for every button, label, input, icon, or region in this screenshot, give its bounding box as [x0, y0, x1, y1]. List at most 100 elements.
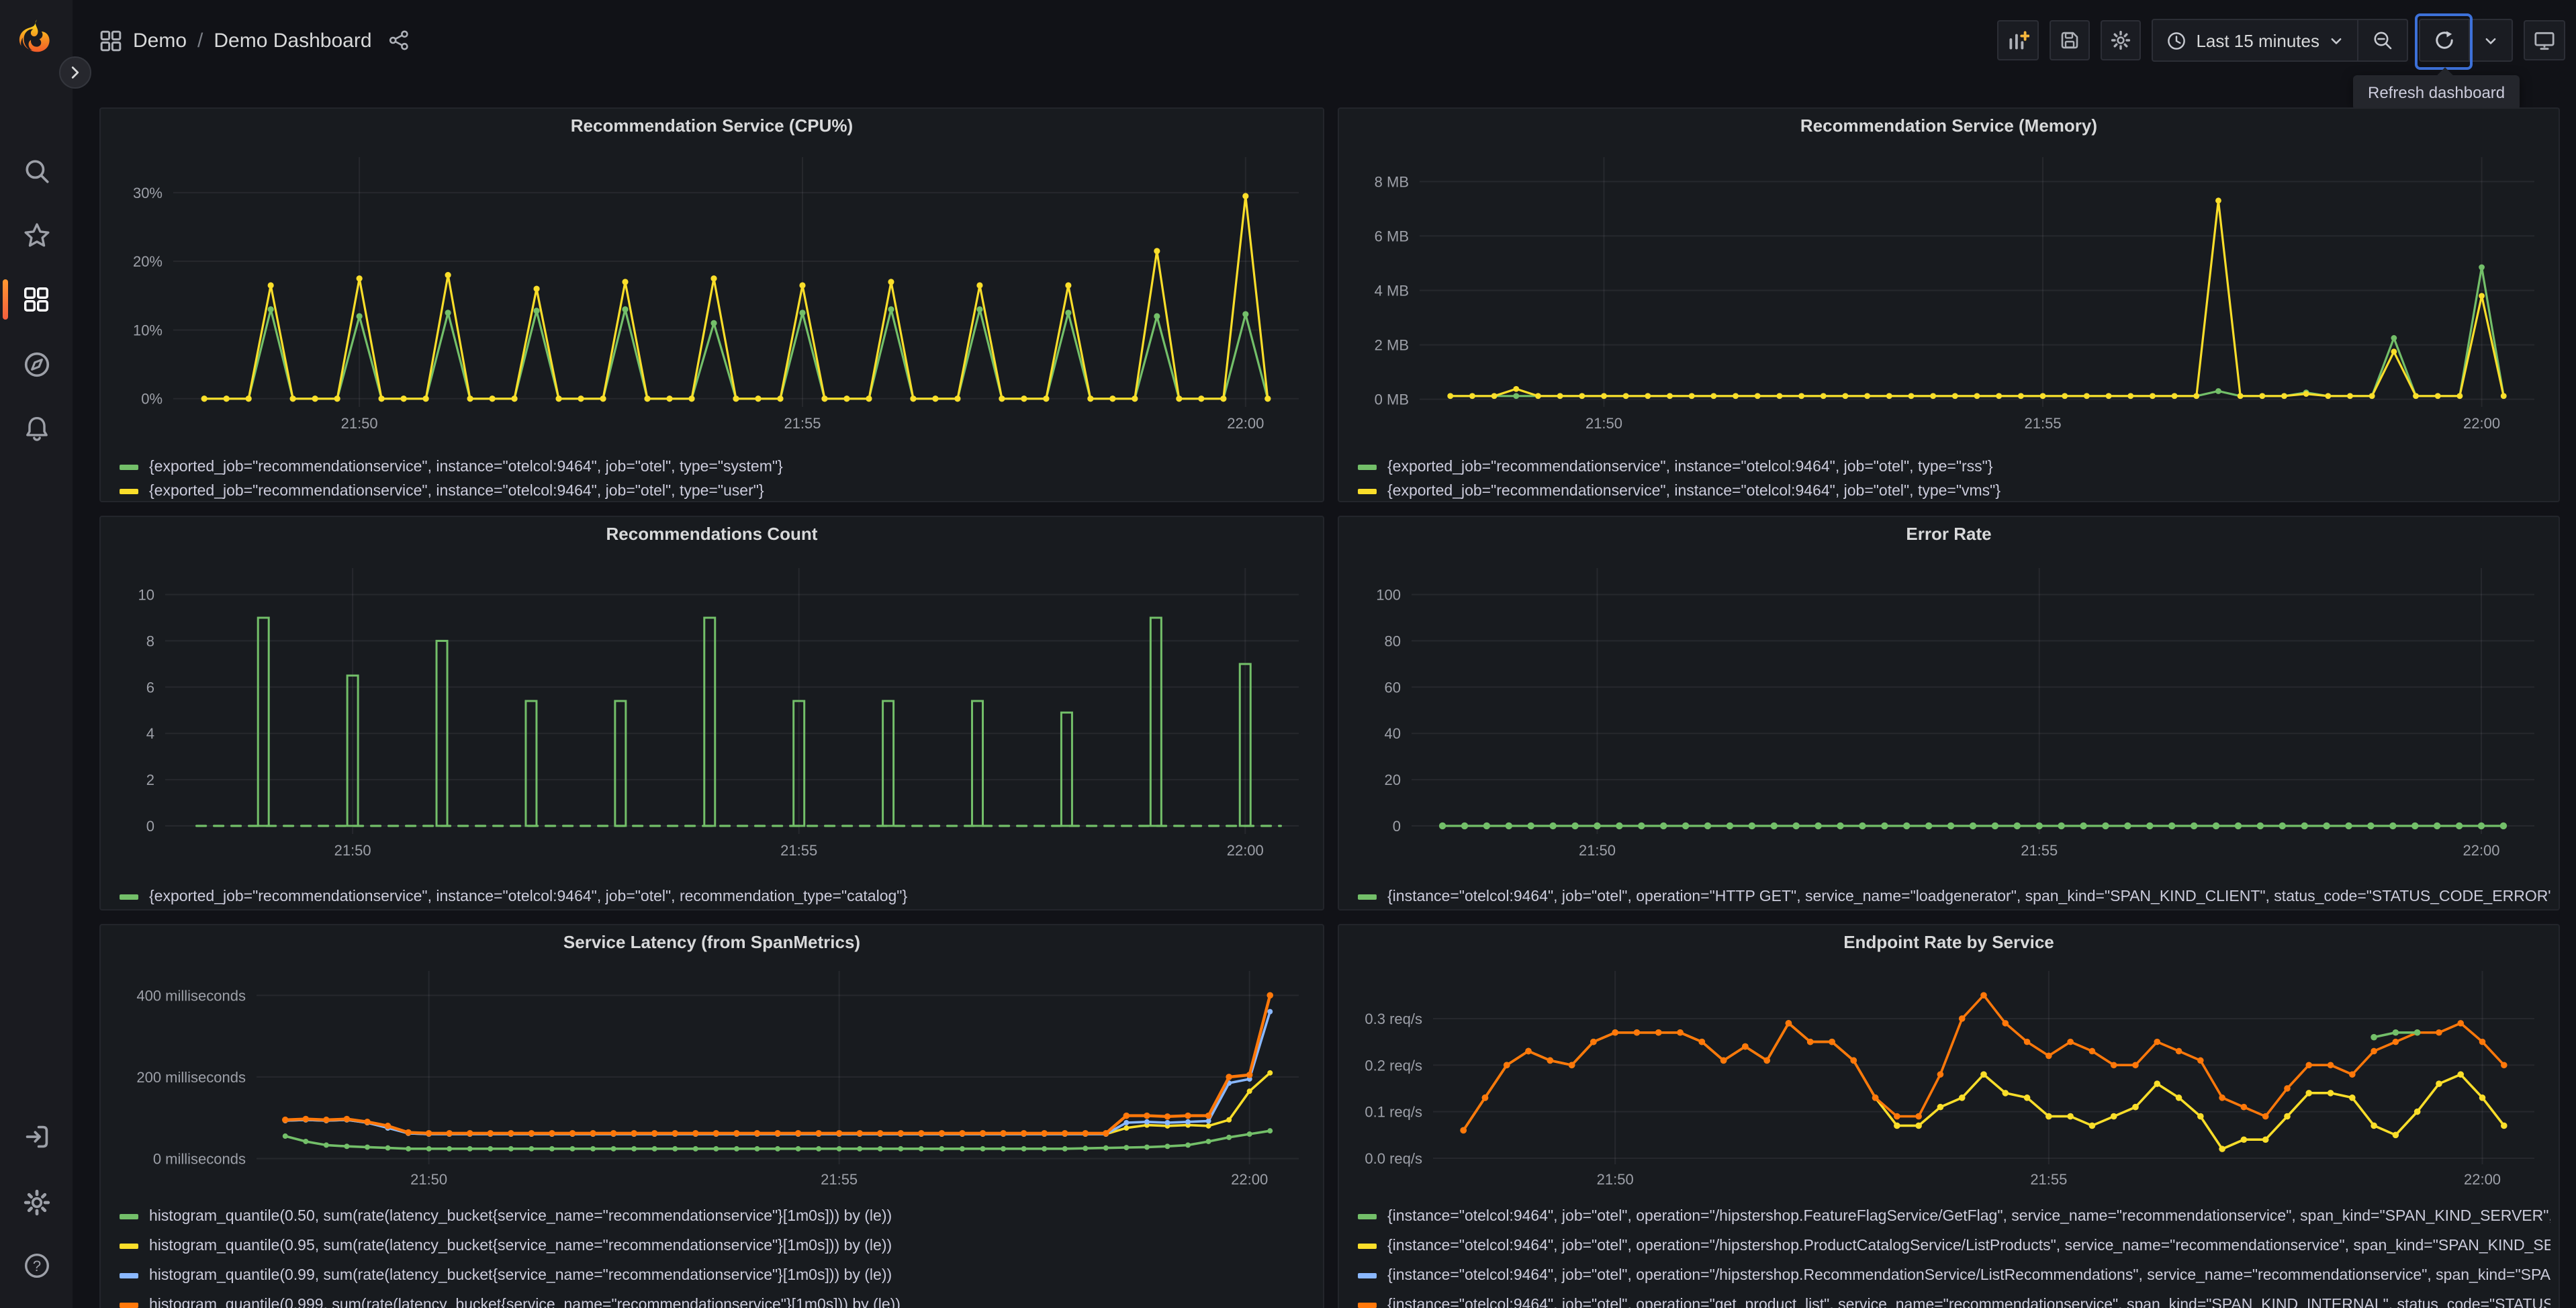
panel: Endpoint Rate by Service 0.0 req/s 0.1 req… [1338, 924, 2560, 1308]
legend-series-color-chip [120, 894, 138, 900]
legend-series-label: {exported_job="recommendationservice", i… [149, 889, 908, 905]
svg-text:40: 40 [1385, 725, 1401, 742]
legend-series-color-chip [1358, 489, 1377, 494]
sidebar-item-sign-in[interactable] [0, 1111, 73, 1162]
sidebar-item-configuration[interactable] [0, 1176, 73, 1227]
legend-item[interactable]: {exported_job="recommendationservice", i… [120, 479, 1315, 501]
sidebar-item-alerting[interactable] [0, 403, 73, 454]
cycle-view-mode-button[interactable] [2524, 20, 2565, 60]
panel-legend: {exported_job="recommendationservice", i… [120, 885, 1315, 909]
svg-text:22:00: 22:00 [2463, 842, 2499, 859]
chart-svg[interactable]: 0 2 4 6 8 10 21:50 21:55 22:00 [111, 552, 1315, 874]
legend-item[interactable]: histogram_quantile(0.99, sum(rate(latenc… [120, 1261, 1315, 1291]
legend-series-label: {instance="otelcol:9464", job="otel", op… [1387, 1209, 2550, 1225]
legend-item[interactable]: histogram_quantile(0.50, sum(rate(latenc… [120, 1202, 1315, 1231]
panel-legend: {exported_job="recommendationservice", i… [1358, 455, 2550, 501]
legend-item[interactable]: {exported_job="recommendationservice", i… [1358, 479, 2550, 501]
time-range-label: Last 15 minutes [2196, 30, 2319, 50]
legend-series-label: {exported_job="recommendationservice", i… [149, 459, 783, 475]
legend-item[interactable]: {instance="otelcol:9464", job="otel", op… [1358, 1231, 2550, 1261]
add-panel-button[interactable] [1997, 20, 2039, 60]
legend-series-color-chip [120, 1303, 138, 1308]
chart-svg[interactable]: 0% 10% 20% 30% 21:50 21:55 22:00 [111, 144, 1315, 445]
panel-legend: {instance="otelcol:9464", job="otel", op… [1358, 885, 2550, 909]
refresh-dashboard-button[interactable] [2420, 20, 2469, 60]
panel-title[interactable]: Recommendation Service (Memory) [1339, 109, 2559, 144]
sidebar-item-dashboards[interactable] [0, 274, 73, 325]
sidebar-item-explore[interactable] [0, 338, 73, 389]
sidebar-expand-button[interactable] [59, 56, 91, 89]
svg-text:8: 8 [146, 633, 154, 649]
chevron-down-icon [2331, 38, 2342, 44]
legend-item[interactable]: {instance="otelcol:9464", job="otel", op… [1358, 1202, 2550, 1231]
panel-title[interactable]: Recommendations Count [101, 517, 1323, 552]
legend-item[interactable]: {instance="otelcol:9464", job="otel", op… [1358, 885, 2550, 909]
chart-svg[interactable]: 0 milliseconds 200 milliseconds 400 millis… [111, 960, 1315, 1191]
sidebar-item-help[interactable]: ? [0, 1240, 73, 1291]
svg-text:22:00: 22:00 [2463, 415, 2500, 432]
legend-item[interactable]: histogram_quantile(0.999, sum(rate(laten… [120, 1291, 1315, 1308]
svg-text:21:55: 21:55 [780, 842, 817, 859]
panel-title[interactable]: Service Latency (from SpanMetrics) [101, 925, 1323, 960]
panel: Recommendations Count 0 2 4 6 8 10 21:50 21:55 22… [99, 516, 1324, 910]
gear-icon [23, 1188, 50, 1215]
svg-text:400 milliseconds: 400 milliseconds [136, 987, 246, 1004]
svg-text:0.3 req/s: 0.3 req/s [1365, 1011, 1422, 1027]
legend-series-color-chip [1358, 894, 1377, 900]
top-nav-bar: Demo / Demo Dashboard Last 15 minutes Re… [73, 0, 2576, 110]
time-controls-group: Last 15 minutes [2152, 19, 2408, 62]
svg-text:21:55: 21:55 [2021, 842, 2058, 859]
svg-text:10%: 10% [133, 322, 163, 338]
svg-text:80: 80 [1385, 633, 1401, 649]
time-range-picker[interactable]: Last 15 minutes [2153, 20, 2357, 60]
breadcrumb-separator: / [197, 29, 203, 52]
dashboard-settings-button[interactable] [2101, 20, 2142, 60]
svg-text:20: 20 [1385, 772, 1401, 788]
legend-item[interactable]: {instance="otelcol:9464", job="otel", op… [1358, 1291, 2550, 1308]
svg-text:6 MB: 6 MB [1375, 228, 1409, 244]
svg-text:21:55: 21:55 [2030, 1171, 2067, 1188]
panel-title[interactable]: Error Rate [1339, 517, 2559, 552]
svg-text:30%: 30% [133, 185, 163, 201]
svg-text:21:50: 21:50 [1579, 842, 1616, 859]
save-dashboard-button[interactable] [2050, 20, 2090, 60]
refresh-interval-dropdown[interactable] [2469, 20, 2512, 60]
svg-text:4 MB: 4 MB [1375, 282, 1409, 299]
panel-legend: histogram_quantile(0.50, sum(rate(latenc… [120, 1202, 1315, 1308]
bell-icon [26, 416, 47, 440]
svg-text:21:50: 21:50 [1585, 415, 1622, 432]
help-icon: ? [24, 1253, 48, 1277]
chart-svg[interactable]: 0 MB 2 MB 4 MB 6 MB 8 MB 21:50 21:55 22:00 [1350, 144, 2550, 445]
sidebar-item-starred[interactable] [0, 209, 73, 261]
legend-series-label: histogram_quantile(0.99, sum(rate(latenc… [149, 1268, 892, 1284]
svg-text:60: 60 [1385, 679, 1401, 696]
panel-title[interactable]: Recommendation Service (CPU%) [101, 109, 1323, 144]
chart-svg[interactable]: 0 20 40 60 80 100 21:50 21:55 22:00 [1350, 552, 2550, 874]
legend-item[interactable]: {exported_job="recommendationservice", i… [120, 885, 1315, 909]
svg-text:21:50: 21:50 [410, 1171, 447, 1188]
svg-text:2: 2 [146, 772, 154, 788]
panel: Recommendation Service (Memory) 0 MB 2 MB 4… [1338, 107, 2560, 502]
svg-text:22:00: 22:00 [2464, 1171, 2501, 1188]
grafana-app: ? Demo / Demo Dashboard Last 15 minutes … [0, 0, 2576, 1308]
grafana-logo-icon[interactable] [17, 19, 55, 56]
legend-series-label: {instance="otelcol:9464", job="otel", op… [1387, 1297, 2550, 1308]
refresh-controls-group: Refresh dashboard [2353, 13, 2520, 110]
svg-text:10: 10 [138, 587, 154, 604]
legend-item[interactable]: {instance="otelcol:9464", job="otel", op… [1358, 1261, 2550, 1291]
dashboards-breadcrumb-icon[interactable] [99, 29, 122, 52]
dashboard-toolbar: Last 15 minutes Refresh dashboard [1997, 13, 2565, 110]
share-icon[interactable] [388, 30, 410, 51]
chart-svg[interactable]: 0.0 req/s 0.1 req/s 0.2 req/s 0.3 req/s 21:5… [1350, 960, 2550, 1191]
breadcrumb-root[interactable]: Demo [133, 29, 187, 52]
zoom-out-time-button[interactable] [2357, 20, 2407, 60]
svg-text:0.1 req/s: 0.1 req/s [1365, 1104, 1422, 1121]
legend-series-label: {instance="otelcol:9464", job="otel", op… [1387, 889, 2550, 905]
legend-item[interactable]: {exported_job="recommendationservice", i… [120, 455, 1315, 479]
panel: Recommendation Service (CPU%) 0% 10% 20% 30%… [99, 107, 1324, 502]
legend-item[interactable]: {exported_job="recommendationservice", i… [1358, 455, 2550, 479]
panel-title[interactable]: Endpoint Rate by Service [1339, 925, 2559, 960]
sidebar-item-search[interactable] [0, 145, 73, 196]
svg-text:4: 4 [146, 725, 154, 742]
legend-item[interactable]: histogram_quantile(0.95, sum(rate(latenc… [120, 1231, 1315, 1261]
